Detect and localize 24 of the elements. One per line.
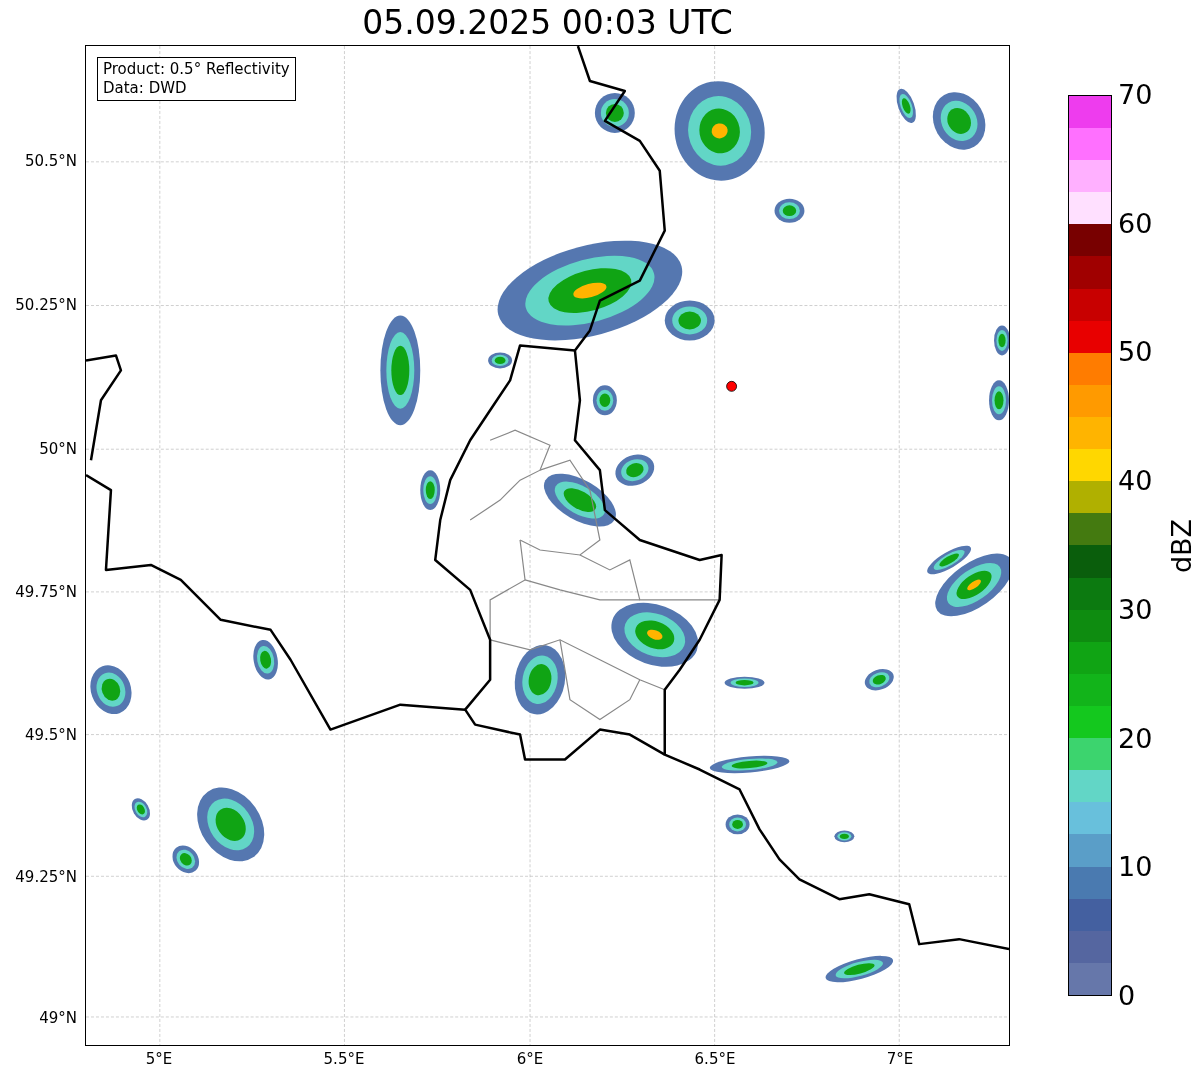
longitude-tick-label: 5.5°E xyxy=(323,1050,365,1068)
latitude-tick-label: 50°N xyxy=(39,440,77,458)
info-text: Data: DWD xyxy=(103,79,188,98)
colorbar-tick-label: 50 xyxy=(1118,337,1153,368)
colorbar-tick-label: 0 xyxy=(1118,981,1136,1011)
colorbar-tick-label: 20 xyxy=(1118,723,1153,754)
chart-title: 05.09.2025 00:03 UTC xyxy=(361,2,734,44)
latitude-tick-label: 49.25°N xyxy=(15,868,77,886)
info-text: Product: 0.5° Reflectivity xyxy=(103,60,290,79)
longitude-tick-label: 6°E xyxy=(516,1050,544,1068)
colorbar-tick-label: 10 xyxy=(1118,852,1153,883)
latitude-tick-label: 49.5°N xyxy=(24,726,77,744)
latitude-tick-label: 49°N xyxy=(39,1009,77,1027)
latitude-tick-label: 50.5°N xyxy=(24,152,77,170)
longitude-tick-label: 7°E xyxy=(886,1050,914,1068)
latitude-tick-label: 49.75°N xyxy=(15,583,77,601)
longitude-tick-label: 5°E xyxy=(145,1050,173,1068)
colorbar-axis-label: dBZ xyxy=(1167,518,1197,573)
colorbar-tick-label: 60 xyxy=(1118,208,1153,239)
longitude-tick-label: 6.5°E xyxy=(694,1050,736,1068)
colorbar-tick-label: 40 xyxy=(1118,466,1153,497)
latitude-tick-label: 50.25°N xyxy=(15,296,77,314)
colorbar-tick-label: 30 xyxy=(1118,594,1153,625)
colorbar-tick-label: 70 xyxy=(1118,80,1153,110)
